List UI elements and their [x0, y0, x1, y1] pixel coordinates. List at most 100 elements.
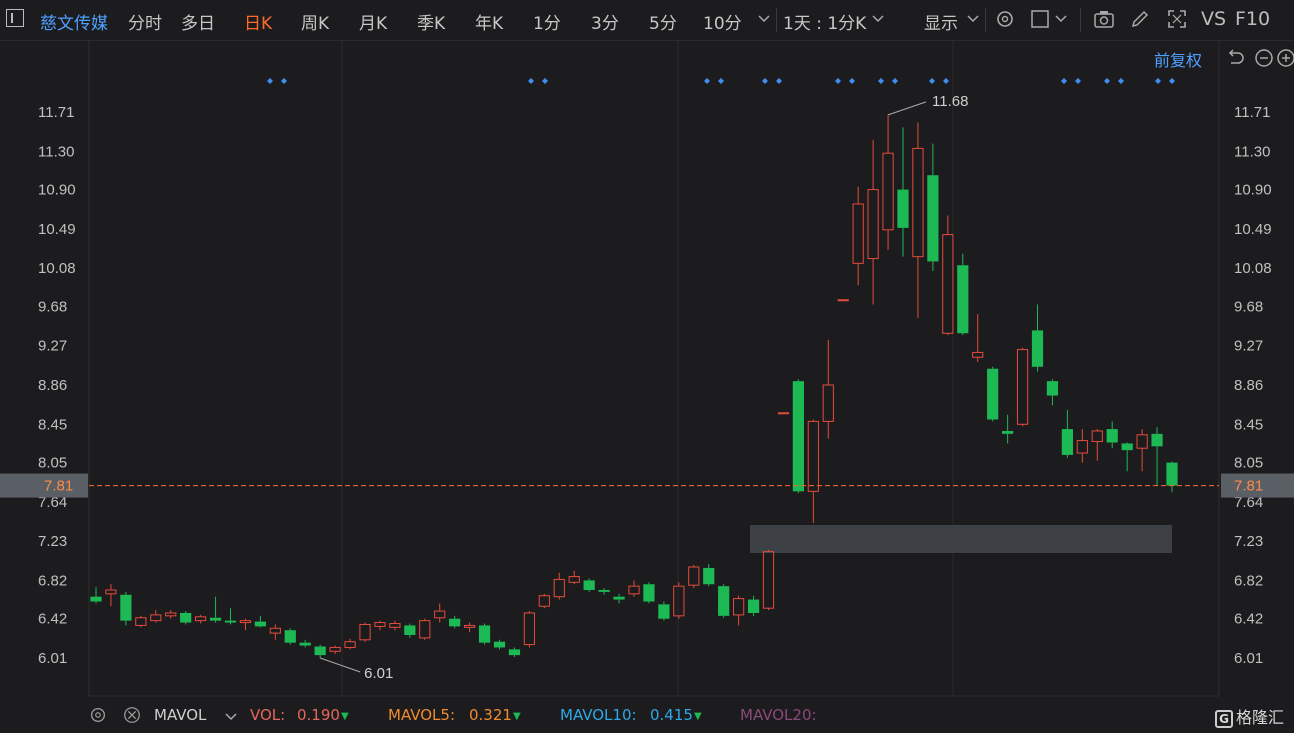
tab-week-k[interactable]: 周K	[301, 9, 329, 34]
tab-quarter-k[interactable]: 季K	[417, 9, 445, 34]
event-marker-icon	[943, 78, 949, 84]
candle-body	[299, 642, 311, 646]
event-marker-icon	[849, 78, 855, 84]
candle-body	[927, 175, 939, 262]
close-icon[interactable]	[122, 705, 142, 725]
gear-icon[interactable]	[994, 8, 1016, 30]
candle-body	[224, 620, 237, 623]
candle-body	[598, 589, 610, 592]
tab-year-k[interactable]: 年K	[475, 9, 503, 34]
candle-body	[314, 646, 326, 656]
stock-name[interactable]: 慈文传媒	[40, 9, 108, 34]
gear-icon[interactable]	[88, 705, 108, 725]
candle-body	[1031, 330, 1044, 367]
candle-body	[135, 617, 147, 626]
tab-10min[interactable]: 10分	[703, 9, 742, 34]
event-marker-icon	[1104, 78, 1110, 84]
f10-button[interactable]: F10	[1235, 8, 1270, 30]
candle-body	[613, 596, 625, 600]
tab-month-k[interactable]: 月K	[359, 9, 387, 34]
tab-duori[interactable]: 多日	[181, 9, 215, 34]
candle-body	[777, 412, 790, 415]
high-price-label: 11.68	[932, 93, 968, 110]
chevron-down-icon[interactable]	[757, 12, 771, 26]
low-price-label: 6.01	[364, 665, 393, 682]
mavol5-value: 0.321	[469, 706, 512, 724]
box-select-icon[interactable]	[1030, 8, 1052, 30]
y-tick-label: 10.49	[1234, 221, 1272, 238]
y-tick-label: 8.45	[1234, 416, 1263, 433]
y-tick-label: 9.68	[38, 298, 67, 315]
candle-body	[523, 612, 535, 646]
event-marker-icon	[1169, 78, 1175, 84]
candle-body	[852, 203, 864, 264]
mavol10-value: 0.415	[650, 706, 693, 724]
candle-body	[807, 420, 819, 492]
candle-body	[195, 616, 207, 622]
y-axis-right: 11.71 11.30 10.90 10.49 10.08 9.68 9.27 8.86 8.4…	[1234, 104, 1272, 667]
sidebar-toggle-icon[interactable]	[6, 9, 24, 27]
candle-body	[180, 612, 192, 623]
interval-select[interactable]: 1天 : 1分K	[783, 9, 866, 34]
tab-3min[interactable]: 3分	[591, 9, 619, 34]
event-marker-icon	[776, 78, 782, 84]
candle-body	[120, 594, 132, 621]
candle-body	[150, 614, 162, 622]
chevron-down-icon[interactable]	[966, 12, 980, 26]
y-tick-label: 6.82	[1234, 572, 1263, 589]
divider	[1080, 8, 1081, 32]
gap-zone	[750, 525, 1172, 553]
chevron-down-icon[interactable]	[871, 12, 885, 26]
divider	[776, 8, 777, 32]
candle-body	[434, 610, 446, 619]
candle-body	[703, 567, 715, 585]
candle-body	[404, 625, 416, 636]
candle-body	[882, 152, 894, 231]
candle-body	[733, 598, 745, 616]
candle-body	[867, 189, 879, 260]
candle-body	[792, 381, 804, 492]
vol-value: 0.190	[297, 706, 340, 724]
tab-1min[interactable]: 1分	[533, 9, 561, 34]
y-tick-label: 6.42	[1234, 611, 1263, 628]
tab-day-k[interactable]: 日K	[244, 9, 272, 34]
tab-fenshi[interactable]: 分时	[128, 9, 162, 34]
chevron-down-icon[interactable]	[1054, 12, 1068, 26]
down-arrow-icon: ▼	[341, 711, 349, 722]
candle-body	[1016, 349, 1029, 425]
candle-body	[658, 604, 670, 619]
candle-body	[583, 580, 595, 590]
candle-body	[553, 578, 565, 598]
low-pointer-line	[320, 657, 361, 673]
candle-body	[837, 299, 849, 302]
candle-body	[568, 576, 580, 583]
y-tick-label: 9.68	[1234, 298, 1263, 315]
y-tick-label: 8.86	[38, 377, 67, 394]
y-tick-label: 6.42	[38, 611, 67, 628]
tab-5min[interactable]: 5分	[649, 9, 677, 34]
vs-button[interactable]: VS	[1201, 8, 1226, 30]
candle-body	[209, 617, 222, 621]
candle-body	[643, 584, 655, 602]
candle-body	[1091, 430, 1103, 443]
candle-body	[1166, 462, 1178, 486]
pencil-icon[interactable]	[1129, 8, 1151, 30]
display-menu[interactable]: 显示	[924, 9, 958, 34]
mavol5-label: MAVOL5:	[388, 706, 456, 724]
current-price-line: 7.81 7.81	[0, 473, 1294, 498]
camera-icon[interactable]	[1093, 8, 1115, 30]
candle-body	[508, 649, 521, 656]
y-tick-label: 7.23	[38, 533, 67, 550]
candle-body	[1106, 429, 1118, 443]
chevron-down-icon[interactable]	[224, 710, 238, 724]
indicator-name[interactable]: MAVOL	[154, 706, 206, 724]
y-tick-label: 10.90	[38, 182, 76, 199]
kline-chart[interactable]: 11.71 11.30 10.90 10.49 10.08 9.68 9.27 8.86 8.4…	[0, 40, 1294, 700]
y-tick-label: 6.82	[38, 572, 67, 589]
event-marker-icon	[1075, 78, 1081, 84]
event-marker-icon	[704, 78, 710, 84]
candle-body	[972, 351, 984, 358]
brand-logo-text: 格隆汇	[1235, 708, 1284, 727]
fullscreen-icon[interactable]	[1166, 8, 1188, 30]
candle-body	[957, 265, 969, 334]
